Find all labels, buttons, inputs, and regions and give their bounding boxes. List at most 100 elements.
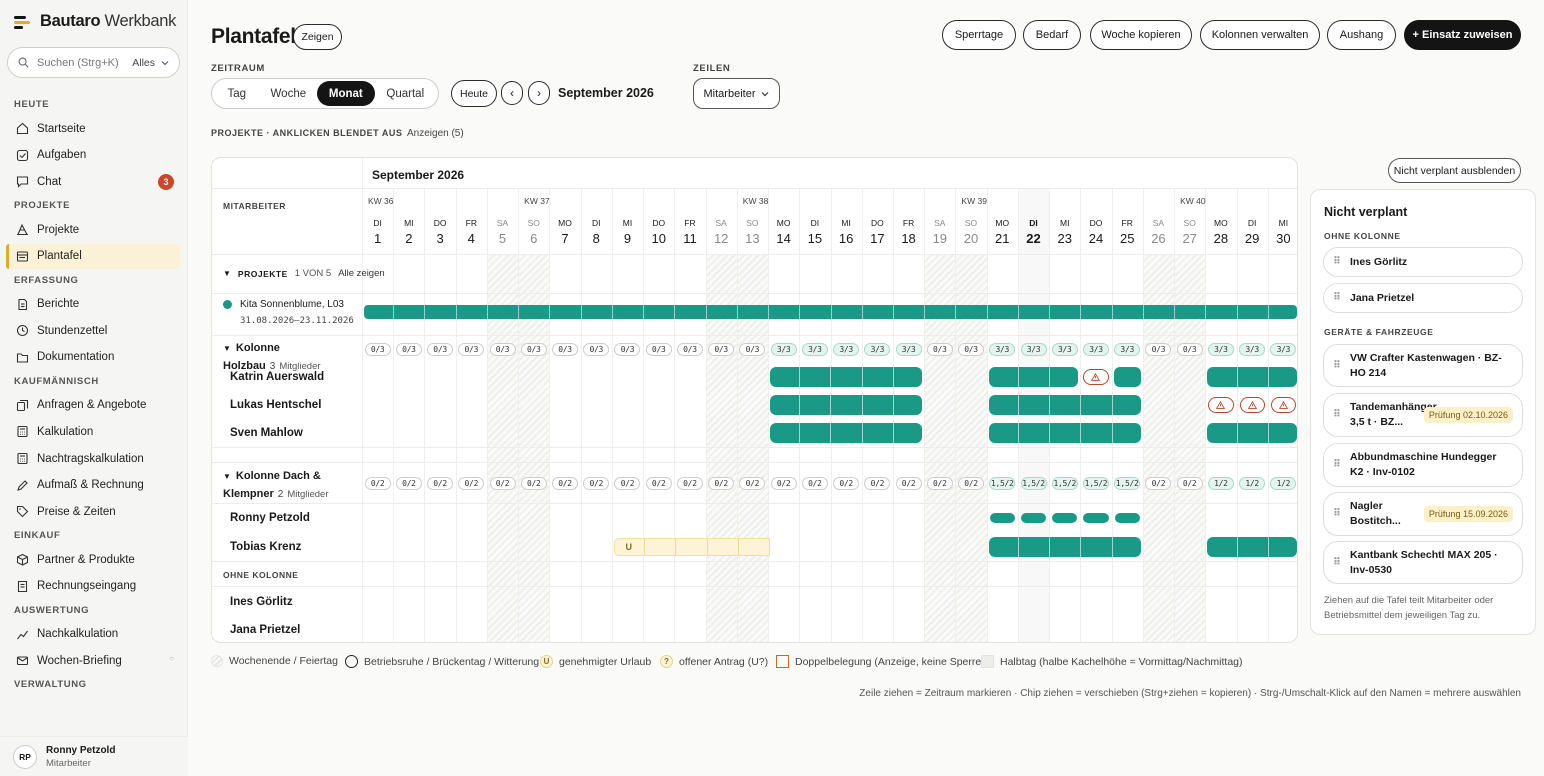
assignment-chip[interactable] [988, 395, 1141, 415]
collapse-icon: ▼ [223, 344, 231, 353]
projects-row-header[interactable]: ▼ PROJEKTE 1 VON 5 Alle zeigen [223, 268, 385, 279]
week-label: KW 39 [961, 196, 987, 206]
employee-row-label[interactable]: Lukas Hentschel [212, 391, 362, 419]
assignment-chip[interactable] [770, 423, 923, 443]
today-button[interactable]: Heute [451, 80, 497, 107]
unplanned-person-card[interactable]: ⠿ Jana Prietzel [1323, 283, 1523, 313]
equipment-card[interactable]: ⠿ Nagler Bostitch... Prüfung 15.09.2026 [1323, 492, 1523, 536]
sidebar-item-chat[interactable]: Chat 3 [6, 169, 180, 194]
drag-handle-icon[interactable]: ⠿ [1333, 507, 1341, 521]
sidebar-item-startseite[interactable]: Startseite [6, 116, 180, 141]
drag-handle-icon[interactable]: ⠿ [1333, 255, 1341, 269]
employee-row-label[interactable]: Tobias Krenz [212, 533, 362, 561]
sidebar-item-nachkalkulation[interactable]: Nachkalkulation [6, 622, 180, 647]
rows-select[interactable]: Mitarbeiter [693, 78, 780, 109]
half-day-chip[interactable] [1114, 513, 1140, 523]
day-number: 5 [498, 231, 507, 246]
equipment-card[interactable]: ⠿ Tandemanhänger 3,5 t · BZ... Prüfung 02.… [1323, 393, 1523, 437]
half-day-chip[interactable] [1083, 513, 1109, 523]
copy-icon [16, 399, 29, 412]
drag-handle-icon[interactable]: ⠿ [1333, 291, 1341, 305]
half-day-chip[interactable] [1052, 513, 1078, 523]
equipment-card[interactable]: ⠿ VW Crafter Kastenwagen · BZ-HO 214 [1323, 344, 1523, 387]
double-booking-chip[interactable] [1239, 397, 1265, 413]
next-button[interactable]: › [528, 81, 550, 105]
employee-row-label[interactable]: Sven Mahlow [212, 419, 362, 447]
show-button[interactable]: Zeigen [293, 24, 342, 50]
legend-label: Betriebsruhe / Brückentag / Witterung [364, 655, 540, 668]
toolbar-button-sperrtage[interactable]: Sperrtage [942, 20, 1016, 50]
assignment-chip[interactable] [1207, 367, 1297, 387]
sidebar-item-aufgaben[interactable]: Aufgaben [6, 143, 180, 168]
drag-handle-icon[interactable]: ⠿ [1333, 359, 1341, 373]
half-day-chip[interactable] [1020, 513, 1047, 523]
show-all-projects-link[interactable]: Alle zeigen [338, 268, 384, 279]
projects-show-toggle[interactable]: Anzeigen (5) [407, 128, 464, 139]
sidebar-item-projekte[interactable]: Projekte [6, 217, 180, 242]
vacation-chip[interactable]: U [613, 538, 771, 556]
employee-row-label[interactable]: Katrin Auerswald [212, 363, 362, 391]
unplanned-person-card[interactable]: ⠿ Ines Görlitz [1323, 247, 1523, 277]
toolbar-button-kolonnen-verwalten[interactable]: Kolonnen verwalten [1200, 20, 1320, 50]
view-tab-quartal[interactable]: Quartal [375, 81, 436, 106]
sidebar-item-preise-zeiten[interactable]: Preise & Zeiten [6, 499, 180, 524]
user-profile[interactable]: RP Ronny Petzold Mitarbeiter [0, 736, 188, 776]
hide-unplanned-button[interactable]: Nicht verplant ausblenden [1388, 158, 1521, 183]
toolbar-button-bedarf[interactable]: Bedarf [1023, 20, 1081, 50]
sidebar-item-aufmaß-rechnung[interactable]: Aufmaß & Rechnung [6, 473, 180, 498]
app-logo[interactable]: Bautaro Werkbank [14, 12, 176, 31]
drag-handle-icon[interactable]: ⠿ [1333, 556, 1341, 570]
legend-label: Doppelbelegung (Anzeige, keine Sperre) [795, 655, 985, 668]
sidebar-item-partner-produkte[interactable]: Partner & Produkte [6, 547, 180, 572]
assignment-chip[interactable] [1207, 423, 1297, 443]
employee-row-label[interactable]: Ronny Petzold [212, 503, 362, 533]
project-bar[interactable] [364, 305, 1297, 319]
assignment-chip[interactable] [988, 367, 1079, 387]
capacity-chip: 3/3 [989, 343, 1016, 356]
toolbar-button-woche-kopieren[interactable]: Woche kopieren [1090, 20, 1192, 50]
equipment-card[interactable]: ⠿ Kantbank Schechtl MAX 205 · Inv-0530 [1323, 541, 1523, 584]
sidebar: Bautaro Werkbank Suchen (Strg+K) Alles R… [0, 0, 188, 776]
app-title: Bautaro Werkbank [40, 12, 177, 30]
sidebar-item-wochen-briefing[interactable]: Wochen-Briefing ○ [6, 648, 180, 673]
project-bar-tick [393, 305, 395, 319]
sidebar-item-kalkulation[interactable]: Kalkulation [6, 419, 180, 444]
day-name: FR [684, 218, 696, 228]
search-input[interactable]: Suchen (Strg+K) Alles [7, 47, 180, 78]
employee-row-label[interactable]: Jana Prietzel [212, 615, 362, 642]
view-tab-tag[interactable]: Tag [214, 81, 260, 106]
sidebar-item-rechnungseingang[interactable]: Rechnungseingang [6, 574, 180, 599]
view-tab-woche[interactable]: Woche [260, 81, 317, 106]
search-scope-select[interactable]: Alles [132, 57, 169, 69]
half-day-chip[interactable] [989, 513, 1015, 523]
double-booking-chip[interactable] [1083, 369, 1109, 385]
assignment-chip[interactable] [1207, 537, 1297, 557]
assign-button[interactable]: + Einsatz zuweisen [1404, 20, 1521, 50]
assignment-chip[interactable] [770, 367, 923, 387]
group-header[interactable]: ▼ Kolonne Dach & Klempner 2 Mitglieder [223, 468, 353, 503]
sidebar-item-stundenzettel[interactable]: Stundenzettel [6, 318, 180, 343]
double-booking-chip[interactable] [1208, 397, 1234, 413]
sidebar-item-anfragen-angebote[interactable]: Anfragen & Angebote [6, 393, 180, 418]
project-name[interactable]: Kita Sonnenblume, L03 [240, 299, 344, 310]
drag-handle-icon[interactable]: ⠿ [1333, 408, 1341, 422]
view-tab-monat[interactable]: Monat [317, 81, 375, 106]
assignment-chip[interactable] [988, 423, 1141, 443]
unplanned-footer: Ziehen auf die Tafel teilt Mitarbeiter o… [1324, 595, 1494, 621]
toolbar-button-aushang[interactable]: Aushang [1327, 20, 1396, 50]
nav-section-5: AUSWERTUNG [14, 604, 90, 616]
employee-row-label[interactable]: Ines Görlitz [212, 588, 362, 615]
assignment-chip[interactable] [988, 537, 1141, 557]
prev-button[interactable]: ‹ [501, 81, 523, 105]
sidebar-item-nachtragskalkulation[interactable]: Nachtragskalkulation [6, 446, 180, 471]
drag-handle-icon[interactable]: ⠿ [1333, 458, 1341, 472]
sidebar-item-dokumentation[interactable]: Dokumentation [6, 345, 180, 370]
assignment-chip[interactable] [770, 395, 923, 415]
unplanned-section-equipment: GERÄTE & FAHRZEUGE [1324, 327, 1434, 337]
sidebar-item-berichte[interactable]: Berichte [6, 292, 180, 317]
grid-line [705, 189, 707, 642]
assignment-chip[interactable] [1113, 367, 1141, 387]
sidebar-item-plantafel[interactable]: Plantafel [6, 243, 180, 269]
equipment-card[interactable]: ⠿ Abbundmaschine Hundegger K2 · Inv-0102 [1323, 443, 1523, 487]
double-booking-chip[interactable] [1270, 397, 1296, 413]
